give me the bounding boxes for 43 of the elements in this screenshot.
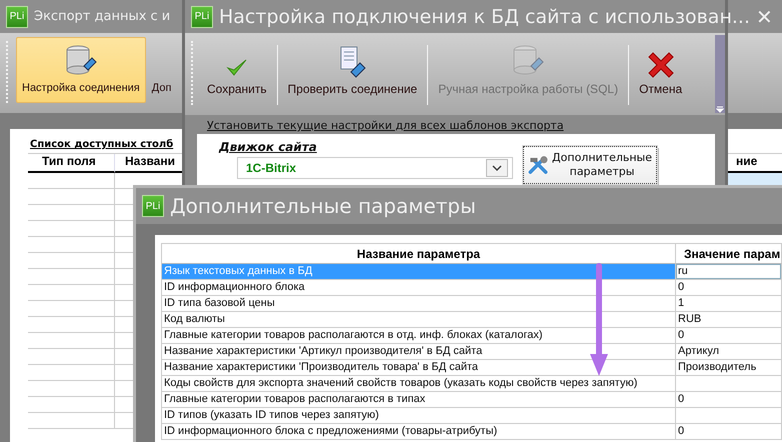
parameter-name-cell[interactable]: Главные категории товаров располагаются в отд. инф. блоках (каталогах) <box>162 328 676 344</box>
parameter-value-cell[interactable]: 0 <box>676 392 782 408</box>
parameter-name-cell[interactable]: Название характеристики 'Производитель товара' в БД сайта <box>162 360 676 376</box>
app-logo: PLi <box>6 6 28 28</box>
parameter-value-cell[interactable]: Артикул <box>676 344 782 360</box>
parameter-value-cell[interactable]: 0 <box>676 280 782 296</box>
extra-parameters-button[interactable]: Дополнительные параметры <box>523 146 657 184</box>
parameter-value-cell[interactable]: 1 <box>676 296 782 312</box>
parameter-value-cell[interactable]: Производитель <box>676 360 782 376</box>
window-title: Экспорт данных с и <box>34 9 170 24</box>
dialog-title: Настройка подключения к БД сайта с использован... <box>219 6 750 28</box>
app-logo: PLi <box>191 6 213 28</box>
dialog-title: Дополнительные параметры <box>170 194 476 218</box>
cross-icon <box>648 52 674 78</box>
toolbar-overflow-button[interactable] <box>715 35 725 113</box>
overflow-arrow-icon <box>716 105 724 113</box>
parameter-name-cell[interactable]: ID информационного блока с предложениями (товары-атрибуты) <box>162 424 676 440</box>
parameter-value-cell[interactable]: RUB <box>676 312 782 328</box>
parameter-name-cell[interactable]: Коды свойств для экспорта значений свойств товаров (указать коды свойств через запятую) <box>162 376 676 392</box>
parameter-name-cell[interactable]: ID типа базовой цены <box>162 296 676 312</box>
parameter-value-cell[interactable]: 0 <box>676 328 782 344</box>
engine-label: Движок сайта <box>219 140 317 154</box>
toolbar-button[interactable]: Доп <box>146 37 178 103</box>
parameter-name-cell[interactable]: Главные категории товаров располагаются в типах <box>162 392 676 408</box>
toolbar-button[interactable]: Проверить соединение <box>282 37 424 105</box>
parameter-value-cell[interactable]: 0 <box>676 424 782 440</box>
apply-settings-link[interactable]: Установить текущие настройки для всех шаблонов экспорта <box>185 115 725 134</box>
parameter-name-cell[interactable]: ID типов (указать ID типов через запятую) <box>162 408 676 424</box>
columns-caption: Список доступных столб <box>29 139 174 150</box>
parameter-name-cell[interactable]: Название характеристики 'Артикул производителя' в БД сайта <box>162 344 676 360</box>
parameter-value-cell[interactable]: ru <box>676 264 782 280</box>
check-icon <box>226 58 248 78</box>
column-header[interactable]: Тип поля <box>28 154 115 173</box>
parameter-value-cell[interactable] <box>676 376 782 392</box>
engine-select[interactable]: 1C-Bitrix <box>237 157 513 179</box>
caret-icon <box>486 159 508 177</box>
parameter-value-cell[interactable] <box>676 408 782 424</box>
parameter-name-cell[interactable]: Код валюты <box>162 312 676 328</box>
toolbar-button[interactable]: Отмена <box>633 37 688 105</box>
parameter-name-cell[interactable]: ID информационного блока <box>162 280 676 296</box>
toolbar-button[interactable]: Настройка соединения <box>16 37 146 103</box>
app-logo: PLi <box>142 195 164 217</box>
toolbar-button[interactable]: Сохранить <box>201 37 273 105</box>
